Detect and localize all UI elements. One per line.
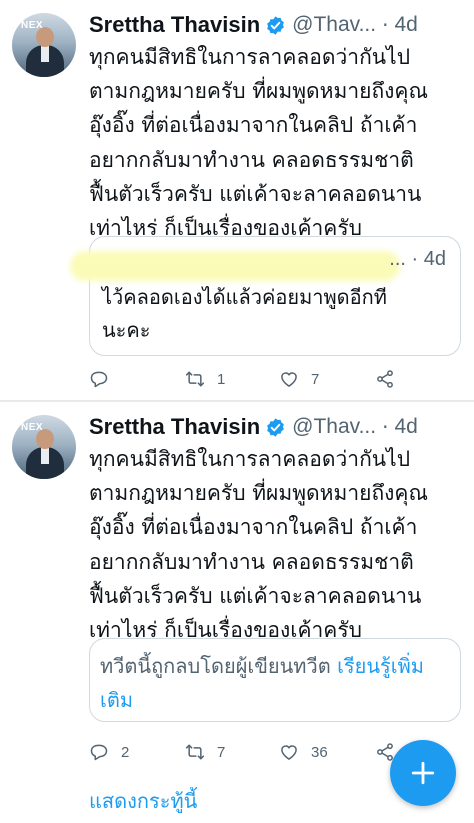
tweet-actions: 2 7 36 xyxy=(89,740,409,764)
avatar[interactable]: NEX xyxy=(12,13,76,77)
heart-icon xyxy=(281,372,297,387)
separator-dot: · xyxy=(405,247,424,270)
like-button[interactable]: 7 xyxy=(279,367,319,391)
reply-count: 2 xyxy=(121,743,130,761)
quoted-tweet-header: ... · 4d xyxy=(70,247,446,281)
retweet-icon xyxy=(185,371,205,387)
tweet-actions: 1 7 xyxy=(89,367,409,391)
quoted-tweet[interactable]: ... · 4d ไว้คลอดเองได้แล้วค่อยมาพูดอีกที… xyxy=(70,236,461,356)
redaction-highlight xyxy=(70,251,400,281)
tweet-text: ทุกคนมีสิทธิในการลาคลอดว่ากันไป ตามกฎหมา… xyxy=(89,45,428,241)
tweet-text: ทุกคนมีสิทธิในการลาคลอดว่ากันไป ตามกฎหมา… xyxy=(89,447,428,643)
reply-button[interactable]: 2 xyxy=(89,740,129,764)
retweet-button[interactable]: 1 xyxy=(185,367,225,391)
like-count: 7 xyxy=(311,370,320,388)
verified-badge-icon xyxy=(267,15,284,35)
timestamp[interactable]: 4d xyxy=(394,415,417,439)
deleted-tweet-notice: ทวีตนี้ถูกลบโดยผู้เขียนทวีต เรียนรู้เพิ่… xyxy=(100,649,454,717)
reply-icon xyxy=(90,744,108,761)
quoted-tweet-text: ไว้คลอดเองได้แล้วค่อยมาพูดอีกที นะคะ xyxy=(102,285,387,342)
heart-icon xyxy=(281,745,297,760)
deleted-quoted-tweet: ทวีตนี้ถูกลบโดยผู้เขียนทวีต เรียนรู้เพิ่… xyxy=(89,638,461,722)
handle[interactable]: @Thav... xyxy=(292,415,376,439)
share-icon xyxy=(377,370,393,388)
verified-badge-icon xyxy=(267,417,284,437)
avatar-logo-text: NEX xyxy=(21,20,44,31)
handle[interactable]: @Thav... xyxy=(292,13,376,37)
avatar-shirt xyxy=(41,46,49,62)
plus-icon xyxy=(411,761,435,785)
separator-dot: · xyxy=(382,415,389,439)
tweet[interactable]: NEX Srettha Thavisin @Thav... · 4d ทุกคน… xyxy=(0,0,474,400)
share-button[interactable] xyxy=(375,367,395,391)
separator-dot: · xyxy=(382,13,389,37)
display-name[interactable]: Srettha Thavisin xyxy=(89,12,260,38)
timestamp[interactable]: 4d xyxy=(394,13,417,37)
tweet-header: Srettha Thavisin @Thav... · 4d xyxy=(89,12,462,38)
compose-tweet-button[interactable] xyxy=(390,740,456,806)
like-count: 36 xyxy=(311,743,328,761)
reply-icon xyxy=(90,371,108,388)
deleted-tweet-text: ทวีตนี้ถูกลบโดยผู้เขียนทวีต xyxy=(100,654,338,678)
retweet-count: 1 xyxy=(217,370,226,388)
avatar[interactable]: NEX xyxy=(12,415,76,479)
quoted-author-suffix: ... xyxy=(389,247,406,270)
retweet-icon xyxy=(185,744,205,760)
reply-button[interactable] xyxy=(89,367,121,391)
tweet-header: Srettha Thavisin @Thav... · 4d xyxy=(89,414,462,440)
avatar-shirt xyxy=(41,448,49,464)
show-thread-link[interactable]: แสดงกระทู้นี้ xyxy=(89,785,197,817)
avatar-logo-text: NEX xyxy=(21,422,44,433)
display-name[interactable]: Srettha Thavisin xyxy=(89,414,260,440)
quoted-timestamp: 4d xyxy=(423,247,446,270)
like-button[interactable]: 36 xyxy=(279,740,328,764)
retweet-button[interactable]: 7 xyxy=(185,740,225,764)
retweet-count: 7 xyxy=(217,743,226,761)
